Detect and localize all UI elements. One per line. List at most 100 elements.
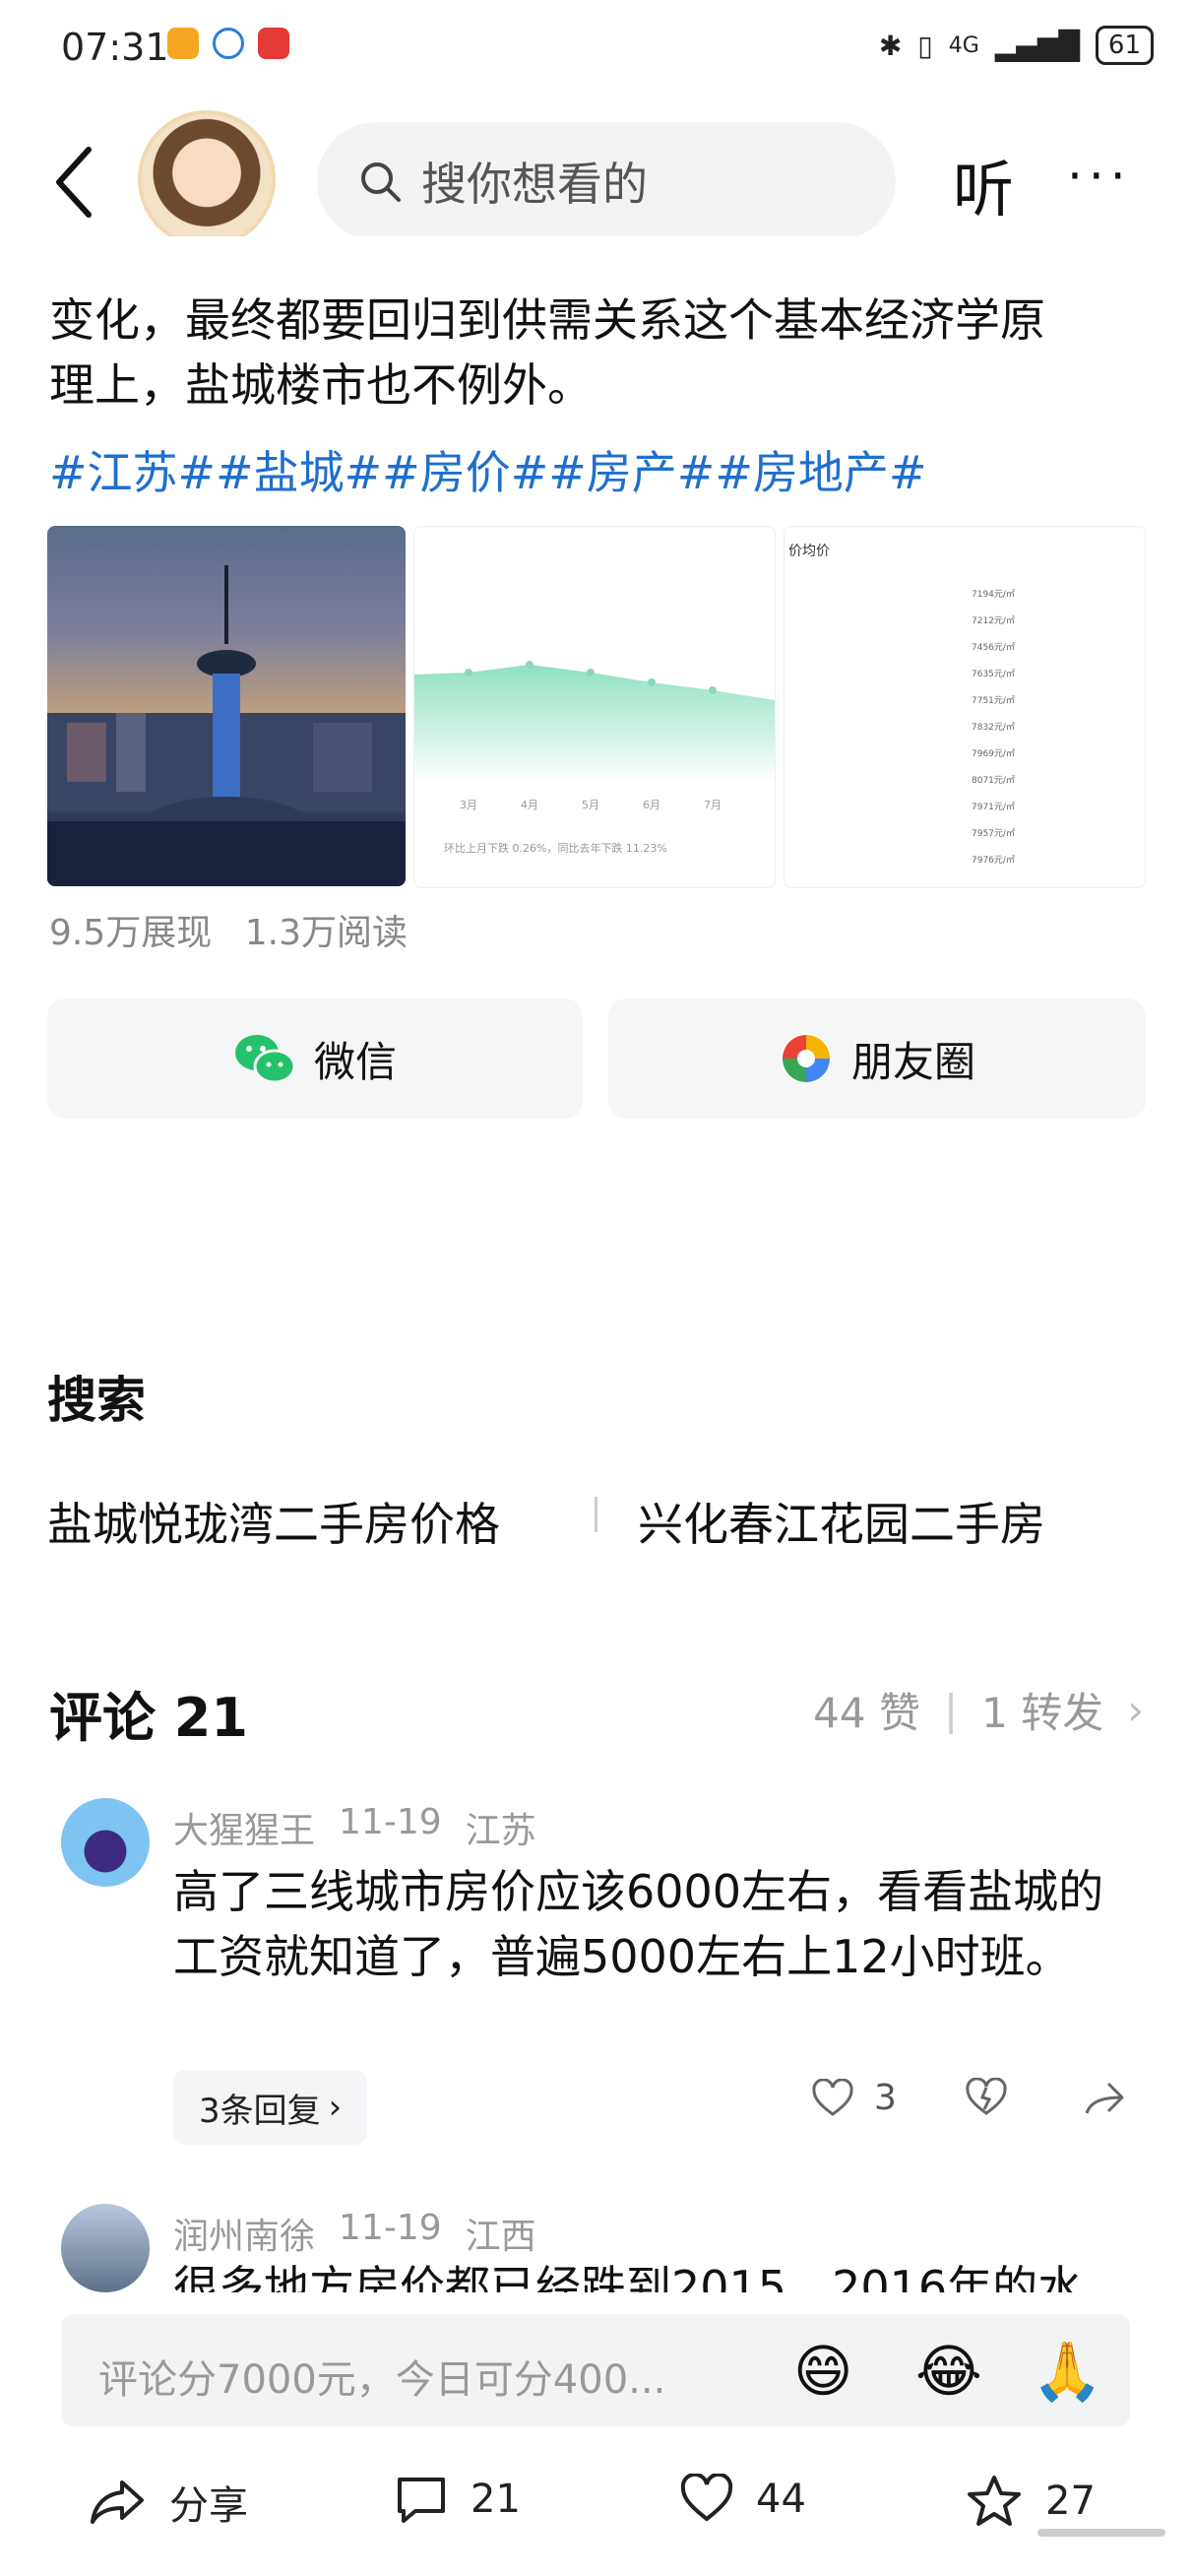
table-thumb-value: 7751元/㎡ — [972, 696, 1015, 706]
status-time: 07:31 — [61, 26, 169, 69]
table-thumb-values: 7194元/㎡ 7212元/㎡ 7456元/㎡ 7635元/㎡ 7751元/㎡ 7832元… — [972, 582, 1015, 874]
favorites-count: 27 — [1045, 2479, 1096, 2524]
table-thumb-value: 7456元/㎡ — [972, 643, 1015, 653]
search-box[interactable]: 搜你想看的 — [317, 122, 896, 240]
comment-input-placeholder: 评论分7000元，今日可分400... — [98, 2357, 666, 2403]
price-trend-mini-chart: 3月 4月 5月 6月 7月 — [414, 661, 775, 811]
city-tower-photo[interactable] — [47, 526, 406, 886]
like-button[interactable]: 44 — [679, 2474, 806, 2525]
comment-location: 江苏 — [465, 1811, 536, 1851]
wechat-icon — [234, 1035, 296, 1084]
suggestion-divider — [595, 1497, 597, 1532]
tower-illustration — [47, 565, 406, 886]
article-stats: 9.5万展现 1.3万阅读 — [49, 904, 408, 955]
trend-month-label: 4月 — [521, 799, 538, 811]
article-clipped-line — [49, 236, 1142, 270]
share-wechat-button[interactable]: 微信 — [47, 998, 583, 1119]
commenter-avatar[interactable] — [61, 2204, 150, 2292]
chart-caption: 环比上月下跌 0.26%，同比去年下跌 11.23% — [444, 842, 667, 855]
table-thumb-value: 7194元/㎡ — [972, 590, 1015, 600]
vibrate-icon: ▯ — [917, 29, 933, 62]
signal-icon: ▂▄▆█ — [994, 29, 1080, 62]
share-button[interactable]: 分享 — [89, 2474, 248, 2531]
heart-icon — [812, 2078, 853, 2116]
comment-header: 大猩猩王 11-19 江苏 — [173, 1802, 536, 1853]
comment-location: 江西 — [465, 2217, 536, 2257]
price-trend-chart-thumbnail[interactable]: 3月 4月 5月 6月 7月 环比上月下跌 0.26%，同比去年下跌 11.23% — [413, 526, 776, 888]
commenter-avatar[interactable] — [61, 1798, 150, 1887]
comments-count: 21 — [471, 2477, 521, 2522]
share-moments-button[interactable]: 朋友圈 — [608, 998, 1146, 1119]
trend-point — [465, 669, 472, 676]
laughing-emoji-button[interactable]: 😄 — [793, 2338, 852, 2405]
notification-app-icon — [258, 28, 289, 59]
replies-count: 3条回复 — [199, 2091, 321, 2131]
comment-bubble-icon — [398, 2478, 445, 2523]
article-text-line: 理上，盐城楼市也不例外。 — [49, 358, 593, 412]
favorite-button[interactable]: 27 — [965, 2474, 1096, 2529]
comment-input-bar[interactable]: 评论分7000元，今日可分400... 😄 😂 🙏 — [61, 2314, 1130, 2426]
share-wechat-label: 微信 — [313, 1037, 397, 1086]
notification-app-icon — [213, 28, 244, 59]
trend-area — [414, 665, 775, 783]
comments-meta[interactable]: 44 赞 | 1 转发 › — [813, 1680, 1144, 1740]
share-moments-label: 朋友圈 — [850, 1037, 975, 1086]
listen-button[interactable]: 听 — [953, 140, 1014, 228]
home-indicator — [1037, 2529, 1165, 2537]
trend-point — [709, 686, 717, 694]
price-table-thumbnail[interactable]: 价均价 7194元/㎡ 7212元/㎡ 7456元/㎡ 7635元/㎡ 7751元/㎡ 7… — [784, 526, 1146, 888]
trend-point — [648, 678, 656, 686]
comment-date: 11-19 — [339, 1802, 442, 1842]
comment-share-button[interactable] — [1083, 2078, 1126, 2117]
table-thumb-value: 7635元/㎡ — [972, 670, 1015, 679]
table-thumb-value: 8071元/㎡ — [972, 776, 1015, 786]
trend-month-label: 7月 — [704, 799, 722, 811]
table-thumb-value: 7969元/㎡ — [972, 749, 1015, 759]
moments-icon — [780, 1033, 832, 1084]
share-arrow-icon — [1085, 2082, 1124, 2114]
comment-header: 润州南徐 11-19 江西 — [173, 2208, 536, 2259]
view-replies-button[interactable]: 3条回复 › — [173, 2070, 368, 2145]
table-thumb-title: 价均价 — [788, 544, 830, 559]
likes-count: 44 — [756, 2477, 806, 2522]
article-hashtags[interactable]: #江苏##盐城##房价##房产##房地产# — [49, 437, 926, 502]
views-count: 9.5万展现 — [49, 913, 213, 953]
status-right: ✱ ▯ 4G ▂▄▆█ 61 — [879, 26, 1154, 65]
comments-button[interactable]: 21 — [394, 2474, 521, 2525]
search-section-heading: 搜索 — [47, 1372, 146, 1429]
broken-heart-icon — [966, 2078, 1007, 2115]
reads-count: 1.3万阅读 — [244, 913, 408, 953]
comment-username[interactable]: 大猩猩王 — [173, 1802, 315, 1853]
author-avatar[interactable] — [138, 110, 276, 248]
comment-date: 11-19 — [339, 2208, 442, 2248]
network-label: 4G — [948, 32, 979, 58]
crying-laughing-emoji-button[interactable]: 😂 — [915, 2338, 982, 2405]
trend-point — [587, 669, 595, 676]
notification-app-icon — [167, 28, 199, 59]
comments-title: 评论 21 — [49, 1687, 248, 1749]
back-arrow-icon — [56, 147, 92, 218]
meta-divider: | — [943, 1686, 959, 1734]
comment-text: 高了三线城市房价应该6000左右，看看盐城的工资就知道了，普遍5000左右上12… — [173, 1865, 1104, 1983]
comment-like-button[interactable]: 3 — [811, 2078, 897, 2118]
heart-icon — [680, 2474, 733, 2522]
search-placeholder: 搜你想看的 — [421, 158, 648, 211]
more-menu-button[interactable]: ··· — [1067, 148, 1132, 205]
search-icon — [361, 162, 401, 202]
trend-month-label: 5月 — [582, 799, 599, 811]
article-text-line: 变化，最终都要回归到供需关系这个基本经济学原 — [49, 293, 1045, 347]
table-thumb-value: 7832元/㎡ — [972, 723, 1015, 733]
praying-hands-emoji-button[interactable]: 🙏 — [1032, 2338, 1102, 2406]
status-app-icons — [167, 28, 289, 59]
bluetooth-icon: ✱ — [878, 29, 903, 62]
back-button[interactable] — [47, 138, 106, 226]
search-suggestion[interactable]: 兴化春江花园二手房 — [638, 1489, 1045, 1554]
table-thumb-value: 7971元/㎡ — [972, 803, 1015, 812]
comment-username[interactable]: 润州南徐 — [173, 2208, 315, 2259]
table-thumb-value: 7976元/㎡ — [972, 856, 1015, 866]
share-arrow-icon — [91, 2480, 144, 2524]
comment-like-count: 3 — [874, 2078, 897, 2118]
comment-dislike-button[interactable] — [965, 2078, 1008, 2117]
battery-indicator: 61 — [1095, 26, 1154, 65]
search-suggestion[interactable]: 盐城悦珑湾二手房价格 — [47, 1489, 500, 1554]
